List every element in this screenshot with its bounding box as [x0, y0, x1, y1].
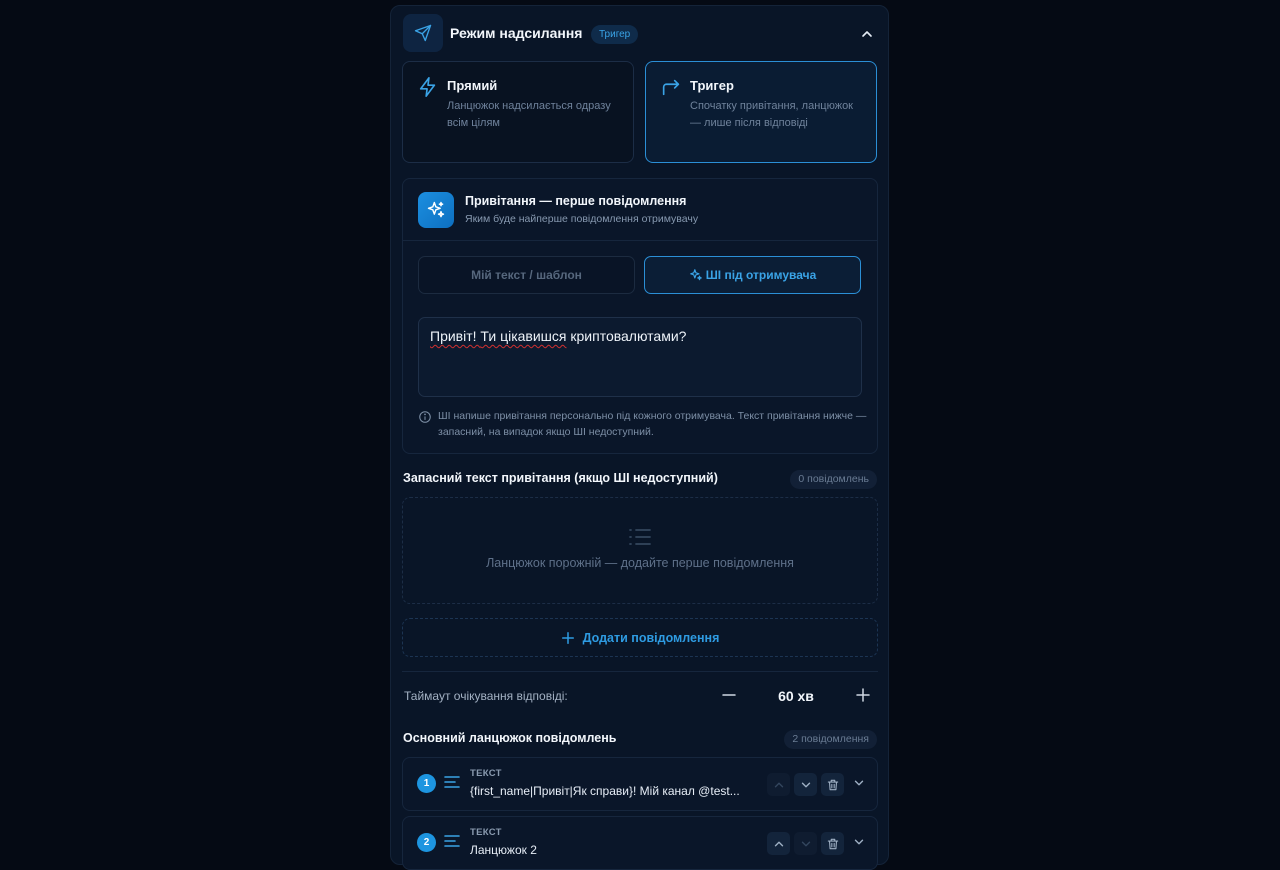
- divider: [403, 240, 877, 241]
- delete-button[interactable]: [821, 773, 844, 796]
- send-icon: [414, 24, 432, 42]
- text-lines-icon: [444, 776, 460, 788]
- sparkles-icon: [689, 269, 702, 281]
- item-number: 1: [417, 774, 436, 793]
- tab-ai-recipient[interactable]: ШІ під отримувача: [644, 256, 861, 294]
- move-down-button[interactable]: [794, 773, 817, 796]
- chevron-down-icon: [854, 780, 864, 786]
- chevron-down-icon: [854, 839, 864, 845]
- move-down-button[interactable]: [794, 832, 817, 855]
- chevron-down-icon: [801, 841, 810, 846]
- sparkles-icon-box: [418, 192, 454, 228]
- fallback-title: Запасний текст привітання (якщо ШІ недос…: [403, 471, 718, 485]
- mode-description: Ланцюжок надсилається одразу всім цілям: [447, 100, 611, 129]
- tab-custom-text[interactable]: Мій текст / шаблон: [418, 256, 635, 294]
- greeting-text-part: Привіт!: [430, 328, 481, 344]
- lightning-icon: [419, 77, 436, 97]
- timeout-value: 60 хв: [778, 688, 814, 704]
- trash-icon: [827, 838, 838, 849]
- plus-icon: [561, 631, 574, 644]
- item-type: ТЕКСТ: [470, 768, 502, 779]
- list-icon: [629, 529, 651, 545]
- add-message-label: Додати повідомлення: [582, 630, 720, 645]
- ai-note: ШІ напише привітання персонально під кож…: [418, 408, 868, 440]
- chevron-up-icon: [774, 782, 783, 787]
- timeout-increase-button[interactable]: [854, 686, 874, 706]
- greeting-title: Привітання — перше повідомлення: [465, 194, 687, 208]
- send-icon-box: [403, 14, 443, 52]
- greeting-subtitle: Яким буде найперше повідомлення отримува…: [465, 213, 699, 225]
- timeout-label: Таймаут очікування відповіді:: [404, 689, 568, 703]
- trash-icon: [827, 779, 838, 790]
- greeting-text-input[interactable]: Привіт! Ти цікавишся криптовалютами?: [418, 317, 862, 397]
- greeting-text-part: Ти цікавишся: [480, 328, 567, 344]
- info-icon: [419, 411, 431, 423]
- mode-title: Прямий: [447, 78, 498, 93]
- mode-title: Тригер: [690, 78, 734, 93]
- move-up-button[interactable]: [767, 832, 790, 855]
- move-up-button[interactable]: [767, 773, 790, 796]
- fallback-empty-state: Ланцюжок порожній — додайте перше повідо…: [402, 497, 878, 604]
- mode-card-trigger[interactable]: Тригер Спочатку привітання, ланцюжок — л…: [645, 61, 877, 163]
- send-mode-panel: Режим надсилання Тригер Прямий Ланцюжок …: [390, 5, 889, 870]
- item-value: {first_name|Привіт|Як справи}! Мій канал…: [470, 784, 740, 798]
- item-type: ТЕКСТ: [470, 827, 502, 838]
- item-number: 2: [417, 833, 436, 852]
- redirect-arrow-icon: [662, 79, 680, 96]
- mode-card-direct[interactable]: Прямий Ланцюжок надсилається одразу всім…: [402, 61, 634, 163]
- chevron-up-icon: [774, 841, 783, 846]
- mode-badge: Тригер: [591, 25, 639, 44]
- chevron-up-icon: [862, 31, 872, 37]
- tab-label: ШІ під отримувача: [705, 268, 817, 282]
- mode-description: Спочатку привітання, ланцюжок — лише піс…: [690, 100, 853, 129]
- chevron-down-icon: [801, 782, 810, 787]
- greeting-text-part: криптовалютами?: [566, 328, 687, 344]
- section-title: Режим надсилання: [450, 25, 583, 41]
- divider: [402, 671, 878, 672]
- fallback-count-badge: 0 повідомлень: [790, 470, 877, 489]
- minus-icon: [722, 694, 736, 696]
- expand-button[interactable]: [849, 832, 869, 852]
- text-lines-icon: [444, 835, 460, 847]
- greeting-card: Привітання — перше повідомлення Яким буд…: [402, 178, 878, 454]
- collapse-button[interactable]: [857, 24, 877, 44]
- sparkles-icon: [427, 201, 445, 218]
- main-chain-count-badge: 2 повідомлення: [784, 730, 877, 749]
- delete-button[interactable]: [821, 832, 844, 855]
- expand-button[interactable]: [849, 773, 869, 793]
- note-text: ШІ напише привітання персонально під кож…: [438, 410, 867, 438]
- chain-item[interactable]: 2 ТЕКСТ Ланцюжок 2: [402, 816, 878, 870]
- empty-text: Ланцюжок порожній — додайте перше повідо…: [486, 556, 794, 570]
- add-message-button[interactable]: Додати повідомлення: [402, 618, 878, 657]
- main-chain-title: Основний ланцюжок повідомлень: [403, 731, 617, 745]
- plus-icon: [856, 688, 870, 702]
- timeout-decrease-button[interactable]: [720, 686, 740, 706]
- chain-item[interactable]: 1 ТЕКСТ {first_name|Привіт|Як справи}! М…: [402, 757, 878, 811]
